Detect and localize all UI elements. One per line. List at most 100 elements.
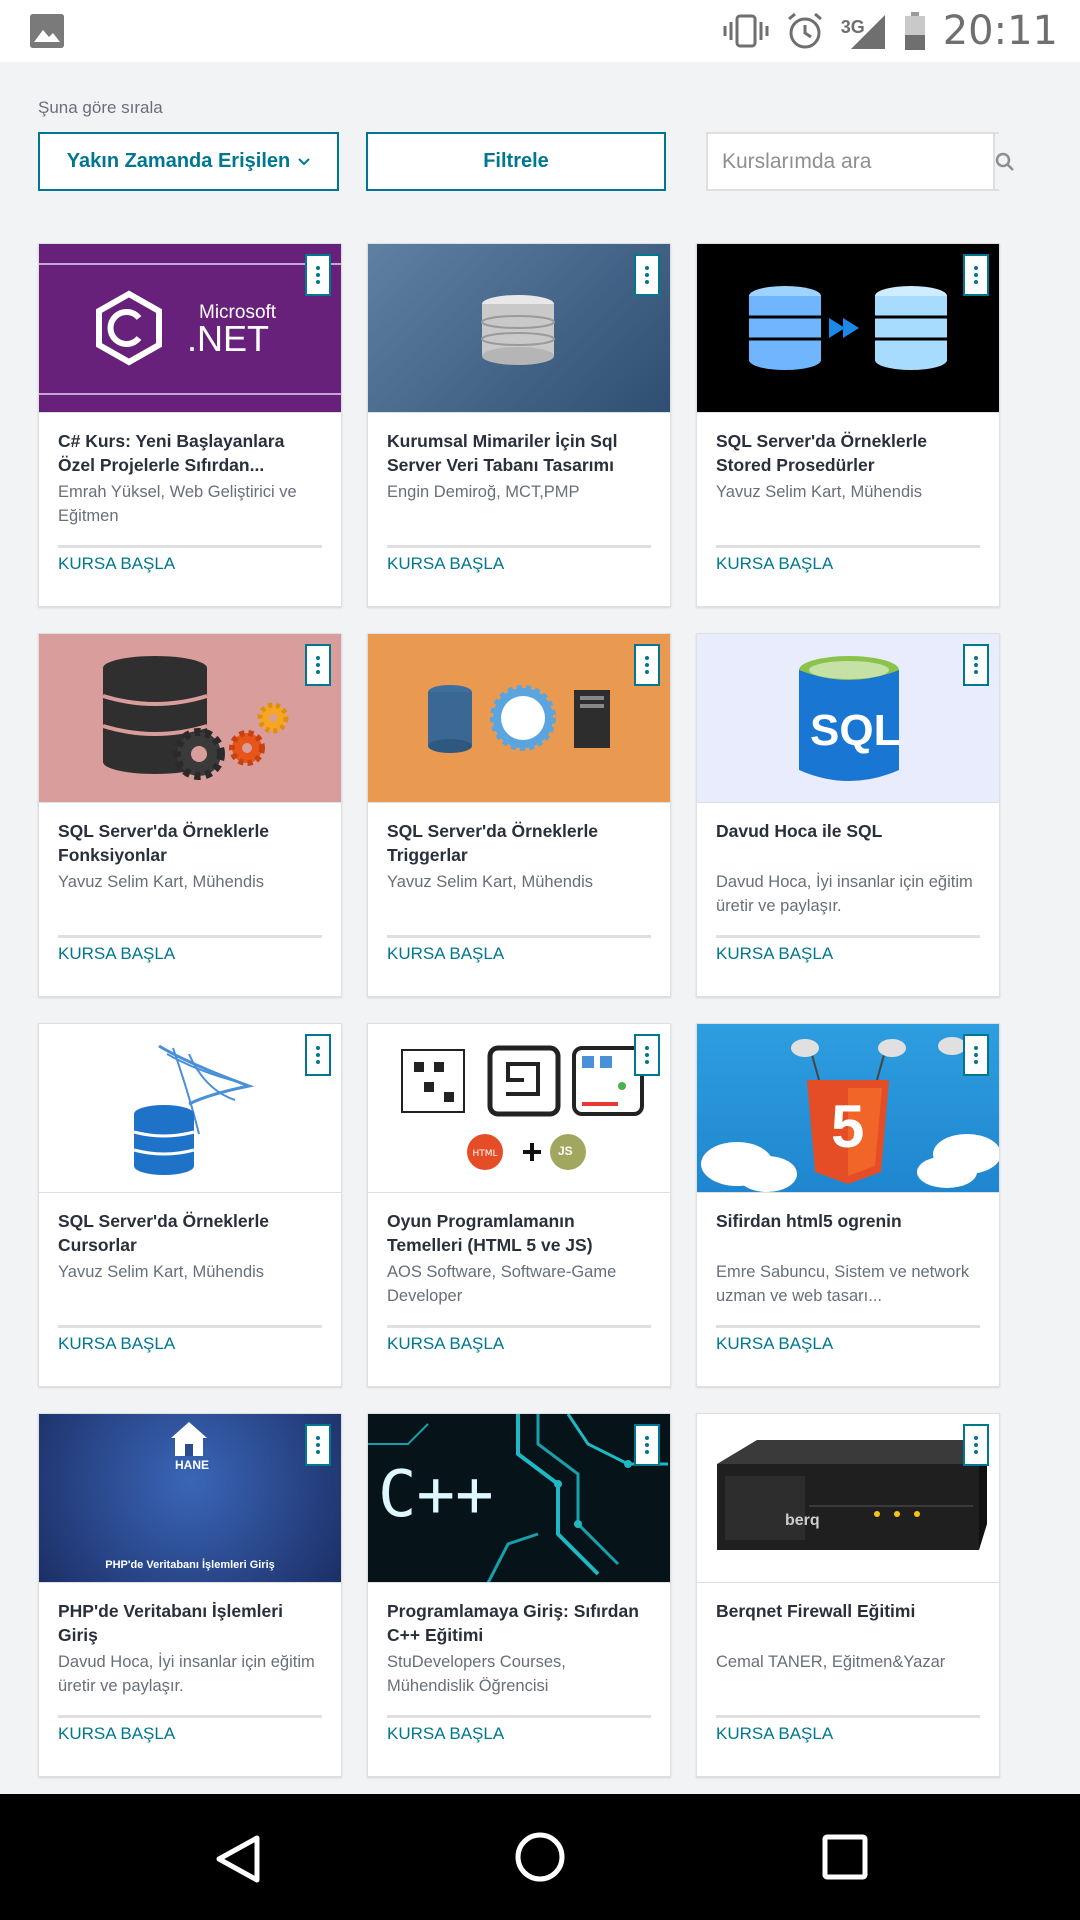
thumb-sql-text: SQL (810, 706, 901, 755)
course-card[interactable]: Kurumsal Mimariler İçin Sql Server Veri … (367, 243, 671, 607)
sort-label: Şuna göre sırala (38, 98, 163, 117)
start-course-link[interactable]: KURSA BAŞLA (716, 944, 833, 964)
course-card[interactable]: HTML JS Oyun Programlamanın Temelleri (H… (367, 1023, 671, 1387)
course-author: Yavuz Selim Kart, Mühendis (58, 873, 265, 891)
start-course-link[interactable]: KURSA BAŞLA (58, 1724, 175, 1744)
progress-bar (716, 935, 980, 938)
start-course-link[interactable]: KURSA BAŞLA (387, 554, 504, 574)
more-vertical-icon (974, 1436, 978, 1454)
course-menu-button[interactable] (963, 254, 989, 296)
progress-bar (58, 545, 322, 548)
thumb-brand-text: berq (785, 1512, 820, 1529)
course-title: Berqnet Firewall Eğitimi (716, 1601, 916, 1621)
progress-bar (716, 1715, 980, 1718)
my-courses-page: Şuna göre sırala Yakın Zamanda Erişilen … (0, 62, 1080, 1794)
more-vertical-icon (974, 656, 978, 674)
status-bar: 3G 20:11 (0, 0, 1080, 62)
course-card[interactable]: SQL Server'da Örneklerle Triggerlar Yavu… (367, 633, 671, 997)
course-author: Yavuz Selim Kart, Mühendis (387, 873, 594, 891)
sort-dropdown[interactable]: Yakın Zamanda Erişilen (38, 132, 339, 191)
course-card[interactable]: Microsoft .NET C# Kurs: Yeni Başlayanlar… (38, 243, 342, 607)
recent-apps-icon[interactable] (822, 1834, 868, 1880)
start-course-link[interactable]: KURSA BAŞLA (716, 554, 833, 574)
course-card[interactable]: C++ Programlamaya Giriş: Sıfırdan C++ Eğ… (367, 1413, 671, 1777)
thumb-js-text: JS (558, 1144, 573, 1158)
sort-value: Yakın Zamanda Erişilen (66, 150, 291, 172)
search-input[interactable] (708, 134, 993, 189)
start-course-link[interactable]: KURSA BAŞLA (716, 1724, 833, 1744)
course-title: Davud Hoca ile SQL (716, 821, 883, 841)
course-title: SQL Server'da Örneklerle Triggerlar (387, 821, 599, 865)
more-vertical-icon (645, 1046, 649, 1064)
course-thumbnail: berq (697, 1414, 999, 1583)
course-menu-button[interactable] (634, 254, 660, 296)
course-author: Engin Demiroğ, MCT,PMP (387, 483, 580, 501)
search-button[interactable] (993, 134, 1015, 189)
course-card[interactable]: 5 Sifirdan html5 ogrenin Emre Sabuncu, S… (696, 1023, 1000, 1387)
start-course-link[interactable]: KURSA BAŞLA (387, 944, 504, 964)
signal-icon: 3G (841, 11, 887, 51)
svg-text:HTML: HTML (472, 1149, 497, 1159)
home-icon[interactable] (514, 1831, 566, 1883)
course-thumbnail: C++ (368, 1414, 670, 1583)
course-menu-button[interactable] (305, 644, 331, 686)
course-menu-button[interactable] (963, 644, 989, 686)
course-menu-button[interactable] (305, 254, 331, 296)
search-box (706, 132, 1015, 191)
more-vertical-icon (645, 1436, 649, 1454)
course-title: Sifirdan html5 ogrenin (716, 1211, 902, 1231)
more-vertical-icon (974, 266, 978, 284)
course-author: AOS Software, Software-Game Developer (387, 1263, 617, 1305)
course-thumbnail (368, 244, 670, 413)
course-menu-button[interactable] (963, 1424, 989, 1466)
start-course-link[interactable]: KURSA BAŞLA (58, 944, 175, 964)
course-menu-button[interactable] (305, 1424, 331, 1466)
start-course-link[interactable]: KURSA BAŞLA (387, 1724, 504, 1744)
game-puzzles-icon: HTML (401, 1045, 644, 1170)
search-icon (995, 152, 1014, 171)
course-title: SQL Server'da Örneklerle Fonksiyonlar (58, 821, 270, 865)
progress-bar (58, 935, 322, 938)
course-thumbnail (39, 1024, 341, 1193)
course-menu-button[interactable] (963, 1034, 989, 1076)
course-card[interactable]: berq Berqnet Firewall Eğitimi Cemal TANE… (696, 1413, 1000, 1777)
course-card[interactable]: SQL Server'da Örneklerle Fonksiyonlar Ya… (38, 633, 342, 997)
progress-bar (387, 1715, 651, 1718)
course-card[interactable]: SQL Server'da Örneklerle Stored Prosedür… (696, 243, 1000, 607)
filter-button[interactable]: Filtrele (366, 132, 666, 191)
course-thumbnail (368, 634, 670, 803)
more-vertical-icon (316, 266, 320, 284)
start-course-link[interactable]: KURSA BAŞLA (716, 1334, 833, 1354)
course-card[interactable]: SQL Server'da Örneklerle Cursorlar Yavuz… (38, 1023, 342, 1387)
course-author: Emre Sabuncu, Sistem ve network uzman ve… (716, 1263, 970, 1305)
database-server-icon (428, 685, 610, 753)
progress-bar (58, 1325, 322, 1328)
more-vertical-icon (974, 1046, 978, 1064)
start-course-link[interactable]: KURSA BAŞLA (387, 1334, 504, 1354)
gallery-notification-icon (30, 14, 64, 48)
course-thumbnail (697, 244, 999, 413)
more-vertical-icon (645, 266, 649, 284)
more-vertical-icon (316, 1436, 320, 1454)
course-card[interactable]: SQL Davud Hoca ile SQL Davud Hoca, İyi i… (696, 633, 1000, 997)
progress-bar (387, 1325, 651, 1328)
course-author: Davud Hoca, İyi insanlar için eğitim üre… (716, 873, 973, 915)
course-card[interactable]: HANE PHP'de Veritabanı İşlemleri Giriş P… (38, 1413, 342, 1777)
battery-icon (904, 12, 925, 50)
course-title: Kurumsal Mimariler İçin Sql Server Veri … (387, 431, 618, 475)
start-course-link[interactable]: KURSA BAŞLA (58, 554, 175, 574)
database-gears-icon (102, 656, 289, 780)
thumb-html5-text: 5 (831, 1093, 865, 1160)
back-icon[interactable] (215, 1834, 261, 1884)
course-menu-button[interactable] (634, 1034, 660, 1076)
database-transfer-icon (749, 286, 947, 370)
more-vertical-icon (316, 656, 320, 674)
course-menu-button[interactable] (634, 1424, 660, 1466)
course-thumbnail: HTML JS (368, 1024, 670, 1193)
start-course-link[interactable]: KURSA BAŞLA (58, 1334, 175, 1354)
course-menu-button[interactable] (634, 644, 660, 686)
course-thumbnail: HANE PHP'de Veritabanı İşlemleri Giriş (39, 1414, 341, 1583)
course-thumbnail: SQL (697, 634, 999, 803)
database-icon (481, 295, 555, 365)
course-menu-button[interactable] (305, 1034, 331, 1076)
